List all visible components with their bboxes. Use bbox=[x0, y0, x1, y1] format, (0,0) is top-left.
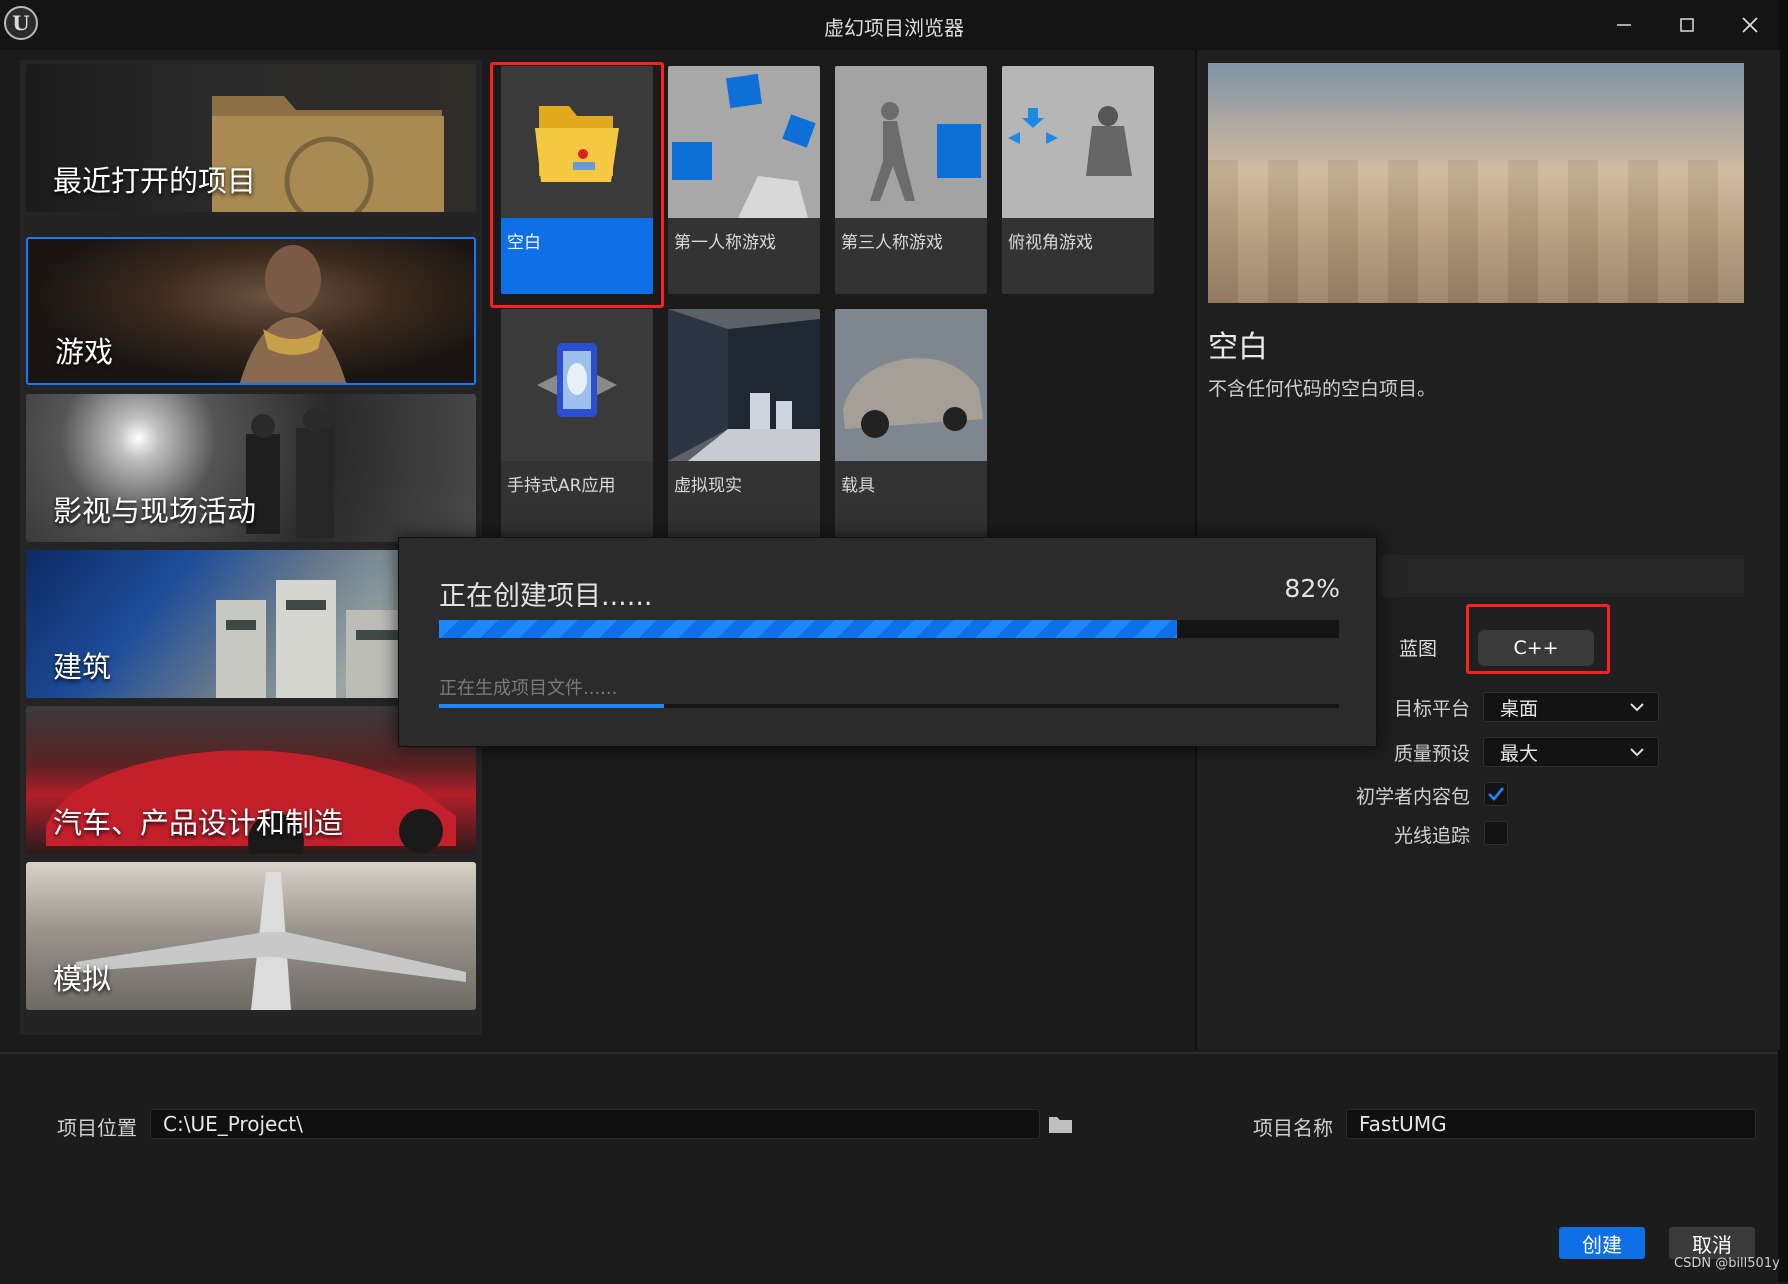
sub-progress-bar bbox=[439, 704, 1339, 708]
template-thumbnail bbox=[668, 66, 820, 218]
template-thumbnail bbox=[835, 309, 987, 461]
window-title: 虚幻项目浏览器 bbox=[824, 16, 964, 40]
vr-room-icon bbox=[668, 309, 820, 461]
browse-folder-button[interactable] bbox=[1048, 1113, 1074, 1139]
template-label: 虚拟现实 bbox=[674, 476, 742, 496]
starter-content-label: 初学者内容包 bbox=[1355, 786, 1470, 808]
create-button[interactable]: 创建 bbox=[1559, 1227, 1645, 1259]
close-button[interactable] bbox=[1730, 8, 1770, 42]
template-label: 第一人称游戏 bbox=[674, 233, 776, 253]
progress-title: 正在创建项目...... bbox=[439, 581, 653, 612]
template-thumbnail bbox=[668, 309, 820, 461]
project-name-input[interactable]: FastUMG bbox=[1346, 1109, 1756, 1139]
template-handheld-ar[interactable]: 手持式AR应用 bbox=[501, 309, 653, 537]
quality-preset-value: 最大 bbox=[1500, 742, 1539, 765]
template-label: 俯视角游戏 bbox=[1008, 233, 1093, 253]
category-simulation[interactable]: 模拟 bbox=[26, 862, 476, 1010]
template-thumbnail bbox=[835, 66, 987, 218]
template-label: 手持式AR应用 bbox=[507, 476, 616, 496]
template-thumbnail bbox=[501, 309, 653, 461]
category-film-live-events[interactable]: 影视与现场活动 bbox=[26, 394, 476, 542]
category-games[interactable]: 游戏 bbox=[26, 237, 476, 385]
bottom-bar bbox=[0, 1052, 1778, 1284]
category-label: 影视与现场活动 bbox=[53, 494, 257, 528]
chevron-down-icon bbox=[1630, 748, 1644, 757]
project-name-label: 项目名称 bbox=[1253, 1116, 1333, 1140]
starter-content-checkbox[interactable] bbox=[1484, 782, 1508, 806]
watermark: CSDN @bill501y bbox=[1674, 1256, 1780, 1271]
minimize-button[interactable] bbox=[1604, 8, 1644, 42]
category-label: 汽车、产品设计和制造 bbox=[53, 806, 344, 840]
template-virtual-reality[interactable]: 虚拟现实 bbox=[668, 309, 820, 537]
maximize-button[interactable] bbox=[1667, 8, 1707, 42]
progress-bar-fill bbox=[439, 620, 1177, 638]
creating-project-dialog: 正在创建项目...... 82% 正在生成项目文件...... bbox=[398, 537, 1377, 747]
template-label: 第三人称游戏 bbox=[841, 233, 943, 253]
category-label: 最近打开的项目 bbox=[53, 164, 257, 198]
cancel-button[interactable]: 取消 bbox=[1669, 1227, 1755, 1259]
project-location-input[interactable]: C:\UE_Project\ bbox=[150, 1109, 1040, 1139]
category-label: 游戏 bbox=[55, 335, 114, 369]
template-top-down[interactable]: 俯视角游戏 bbox=[1002, 66, 1154, 294]
target-platform-value: 桌面 bbox=[1500, 697, 1539, 720]
template-vehicle[interactable]: 载具 bbox=[835, 309, 987, 537]
raytracing-checkbox[interactable] bbox=[1484, 821, 1508, 845]
template-thumbnail bbox=[1002, 66, 1154, 218]
folder-icon bbox=[1049, 1117, 1072, 1133]
project-location-label: 项目位置 bbox=[57, 1116, 137, 1140]
character-illustration-icon bbox=[239, 245, 347, 383]
top-down-arrows-icon bbox=[1008, 106, 1132, 176]
mannequin-icon bbox=[870, 102, 981, 201]
blue-cubes-icon bbox=[672, 73, 816, 218]
car-icon bbox=[843, 358, 983, 438]
settings-header-strip bbox=[1378, 555, 1744, 597]
progress-percent: 82% bbox=[1284, 574, 1340, 603]
tab-blueprint[interactable]: 蓝图 bbox=[1380, 630, 1456, 664]
airplane-illustration-icon bbox=[76, 872, 466, 1010]
close-icon bbox=[1742, 17, 1758, 33]
template-description: 不含任何代码的空白项目。 bbox=[1208, 378, 1437, 400]
category-recent-projects[interactable]: 最近打开的项目 bbox=[26, 64, 476, 212]
template-title: 空白 bbox=[1208, 330, 1268, 365]
maximize-icon bbox=[1680, 18, 1694, 32]
category-label: 模拟 bbox=[53, 962, 112, 996]
template-first-person[interactable]: 第一人称游戏 bbox=[668, 66, 820, 294]
quality-preset-dropdown[interactable]: 最大 bbox=[1483, 737, 1659, 767]
phone-ar-icon bbox=[537, 343, 617, 417]
template-label: 载具 bbox=[841, 476, 875, 496]
raytracing-label: 光线追踪 bbox=[1393, 825, 1470, 847]
sub-progress-bar-fill bbox=[439, 704, 664, 708]
progress-bar bbox=[439, 620, 1339, 638]
chevron-down-icon bbox=[1630, 703, 1644, 712]
category-label: 建筑 bbox=[53, 650, 112, 684]
minimize-icon bbox=[1617, 24, 1631, 26]
template-third-person[interactable]: 第三人称游戏 bbox=[835, 66, 987, 294]
checkmark-icon bbox=[1488, 787, 1505, 801]
target-platform-dropdown[interactable]: 桌面 bbox=[1483, 692, 1659, 722]
preview-floor-grid bbox=[1208, 160, 1744, 303]
blank-template-highlight bbox=[490, 62, 664, 308]
cpp-tab-highlight bbox=[1466, 604, 1610, 674]
progress-subtitle: 正在生成项目文件...... bbox=[439, 678, 618, 699]
